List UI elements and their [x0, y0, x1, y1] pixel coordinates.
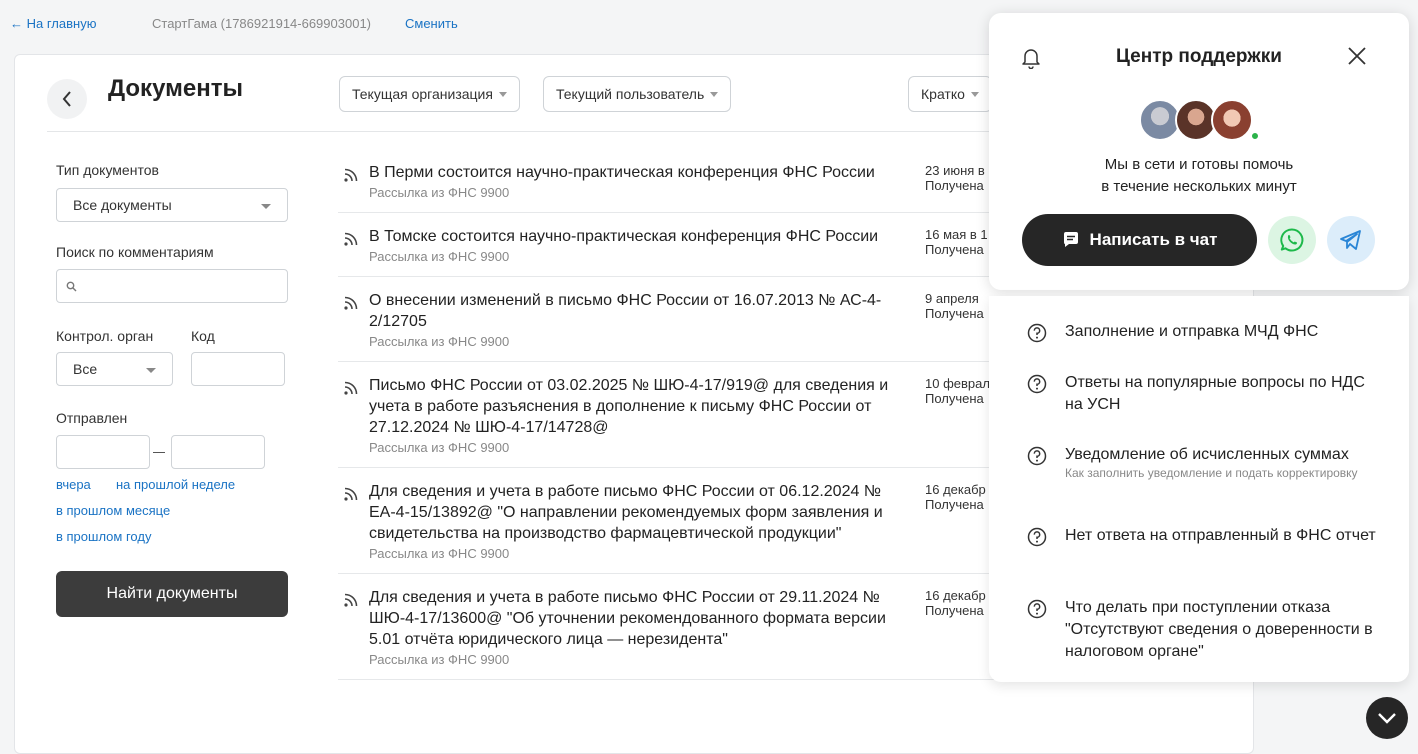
- collapse-support-button[interactable]: [1366, 697, 1408, 739]
- comment-search-input[interactable]: [56, 269, 288, 303]
- help-article[interactable]: Ответы на популярные вопросы по НДС на У…: [989, 372, 1409, 418]
- help-article-title: Что делать при поступлении отказа "Отсут…: [1065, 599, 1373, 660]
- quick-link-yesterday[interactable]: вчера: [56, 477, 91, 492]
- caret-down-icon: [710, 91, 719, 97]
- help-article-title: Ответы на популярные вопросы по НДС на У…: [1065, 374, 1365, 413]
- rss-icon: [344, 381, 358, 395]
- chevron-down-icon: [1378, 713, 1396, 724]
- help-article[interactable]: Заполнение и отправка МЧД ФНС: [989, 321, 1409, 351]
- page-title: Документы: [108, 75, 243, 102]
- telegram-button[interactable]: [1327, 216, 1375, 264]
- question-circle-icon: [1027, 599, 1047, 619]
- close-icon[interactable]: [1346, 45, 1368, 67]
- quick-link-last-week[interactable]: на прошлой неделе: [116, 477, 235, 492]
- telegram-icon: [1340, 230, 1361, 250]
- help-article[interactable]: Нет ответа на отправленный в ФНС отчет: [989, 525, 1409, 571]
- document-title[interactable]: Для сведения и учета в работе письмо ФНС…: [369, 481, 909, 544]
- caret-down-icon: [261, 204, 271, 209]
- back-button[interactable]: [47, 79, 87, 119]
- write-chat-label: Написать в чат: [1089, 230, 1218, 249]
- write-chat-button[interactable]: Написать в чат: [1022, 214, 1257, 266]
- document-title[interactable]: В Перми состоится научно-практическая ко…: [369, 162, 909, 183]
- comment-search-label: Поиск по комментариям: [56, 244, 214, 260]
- help-article-title: Заполнение и отправка МЧД ФНС: [1065, 323, 1319, 340]
- view-mode-filter[interactable]: Кратко: [908, 76, 992, 112]
- question-circle-icon: [1027, 323, 1047, 343]
- document-title[interactable]: Для сведения и учета в работе письмо ФНС…: [369, 587, 909, 650]
- caret-down-icon: [970, 91, 979, 97]
- user-filter[interactable]: Текущий пользователь: [543, 76, 732, 112]
- question-circle-icon: [1027, 374, 1047, 394]
- rss-icon: [344, 232, 358, 246]
- document-title[interactable]: В Томске состоится научно-практическая к…: [369, 226, 909, 247]
- view-mode-label: Кратко: [921, 86, 965, 102]
- help-article[interactable]: Уведомление об исчисленных суммах Как за…: [989, 444, 1409, 500]
- sent-from-input[interactable]: [56, 435, 150, 469]
- organization-filter-label: Текущая организация: [352, 86, 493, 102]
- chevron-left-icon: [62, 91, 71, 107]
- control-organ-label: Контрол. орган: [56, 328, 154, 344]
- doc-type-select[interactable]: Все документы: [56, 188, 288, 222]
- control-organ-select[interactable]: Все: [56, 352, 173, 386]
- search-icon: [66, 281, 77, 291]
- support-message: Мы в сети и готовы помочь в течение неск…: [989, 154, 1409, 198]
- help-article-title: Уведомление об исчисленных суммах: [1065, 446, 1349, 463]
- rss-icon: [344, 593, 358, 607]
- help-article[interactable]: Что делать при поступлении отказа "Отсут…: [989, 597, 1409, 665]
- operator-avatars: [1139, 99, 1260, 143]
- help-articles-panel: Заполнение и отправка МЧД ФНС Ответы на …: [989, 296, 1409, 682]
- doc-type-value: Все документы: [73, 197, 172, 213]
- rss-icon: [344, 296, 358, 310]
- support-message-line: в течение нескольких минут: [1101, 178, 1297, 195]
- support-center-panel: Центр поддержки Мы в сети и готовы помоч…: [989, 13, 1409, 290]
- sent-to-input[interactable]: [171, 435, 265, 469]
- find-documents-button[interactable]: Найти документы: [56, 571, 288, 617]
- code-input[interactable]: [191, 352, 285, 386]
- chat-icon: [1063, 232, 1078, 247]
- help-article-title: Нет ответа на отправленный в ФНС отчет: [1065, 527, 1376, 544]
- home-link[interactable]: ← На главную: [10, 16, 96, 31]
- question-circle-icon: [1027, 446, 1047, 466]
- doc-type-label: Тип документов: [56, 162, 159, 178]
- avatar: [1211, 99, 1253, 141]
- change-organization-link[interactable]: Сменить: [405, 16, 458, 31]
- control-organ-value: Все: [73, 361, 98, 377]
- code-label: Код: [191, 328, 215, 344]
- help-article-subtitle: Как заполнить уведомление и подать корре…: [1065, 466, 1358, 480]
- organization-filter[interactable]: Текущая организация: [339, 76, 520, 112]
- rss-icon: [344, 168, 358, 182]
- sent-label: Отправлен: [56, 410, 128, 426]
- support-message-line: Мы в сети и готовы помочь: [1104, 156, 1294, 173]
- document-title[interactable]: Письмо ФНС России от 03.02.2025 № ШЮ-4-1…: [369, 375, 909, 438]
- caret-down-icon: [146, 368, 156, 373]
- question-circle-icon: [1027, 527, 1047, 547]
- quick-link-last-month[interactable]: в прошлом месяце: [56, 503, 170, 518]
- organization-name: СтартГама (1786921914-669903001): [152, 16, 372, 31]
- quick-link-last-year[interactable]: в прошлом году: [56, 529, 151, 544]
- range-dash: [153, 452, 165, 453]
- whatsapp-button[interactable]: [1268, 216, 1316, 264]
- caret-down-icon: [498, 91, 507, 97]
- document-title[interactable]: О внесении изменений в письмо ФНС России…: [369, 290, 909, 332]
- user-filter-label: Текущий пользователь: [556, 86, 705, 102]
- rss-icon: [344, 487, 358, 501]
- whatsapp-icon: [1280, 228, 1304, 252]
- online-indicator: [1250, 131, 1260, 141]
